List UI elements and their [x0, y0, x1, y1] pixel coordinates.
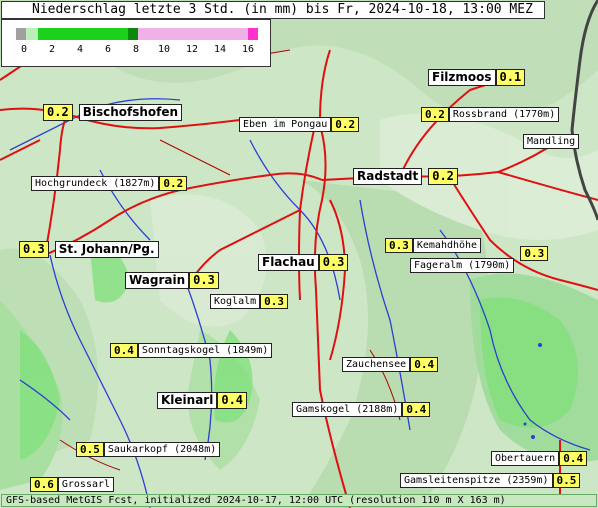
- legend-seg-light: [26, 28, 38, 40]
- station-st-johann: 0.3 St. Johann/Pg.: [19, 241, 159, 258]
- station-gamsleitenspitze: Gamsleitenspitze (2359m) 0.5: [400, 473, 581, 488]
- station-value: 0.3: [189, 272, 219, 289]
- station-name: Radstadt: [353, 168, 423, 185]
- station-sonntagskogel: 0.4 Sonntagskogel (1849m): [110, 343, 273, 358]
- station-hochgrundeck: Hochgrundeck (1827m) 0.2: [31, 176, 188, 191]
- station-name: Bischofshofen: [78, 104, 183, 121]
- station-name: Hochgrundeck (1827m): [31, 176, 160, 191]
- station-value: 0.3: [385, 238, 413, 253]
- station-name: Kleinarl: [157, 392, 218, 409]
- station-name: Mandling: [523, 134, 580, 149]
- station-rossbrand: 0.2 Rossbrand (1770m): [421, 107, 560, 122]
- station-value: 0.3: [318, 254, 349, 271]
- station-value: 0.4: [559, 451, 588, 466]
- station-name: Eben im Pongau: [239, 117, 332, 132]
- station-value: 0.1: [495, 69, 526, 86]
- legend-tick: 14: [213, 44, 227, 55]
- station-zauchensee: Zauchensee 0.4: [342, 357, 439, 372]
- legend-seg-pink: [138, 28, 248, 40]
- legend-ticks: 0 2 4 6 8 10 12 14 16: [16, 44, 258, 58]
- station-value: 0.3: [19, 241, 49, 258]
- legend-tick: 4: [76, 44, 84, 55]
- station-kleinarl: Kleinarl 0.4: [157, 392, 248, 409]
- station-name: Filzmoos: [428, 69, 496, 86]
- legend-tick: 12: [185, 44, 199, 55]
- legend-seg-magenta: [248, 28, 258, 40]
- station-value: 0.3: [520, 246, 549, 261]
- station-value: 0.2: [159, 176, 188, 191]
- station-value: 0.4: [217, 392, 248, 409]
- station-value: 0.6: [30, 477, 58, 492]
- station-value: 0.3: [260, 294, 289, 309]
- legend-tick: 0: [20, 44, 28, 55]
- station-name: Gamskogel (2188m): [292, 402, 403, 417]
- station-name: Rossbrand (1770m): [448, 107, 560, 122]
- station-value: 0.5: [552, 473, 581, 488]
- station-filzmoos: Filzmoos 0.1: [428, 69, 526, 86]
- station-value: 0.2: [331, 117, 360, 132]
- legend-tick: 16: [241, 44, 255, 55]
- legend-seg-green: [38, 28, 128, 40]
- legend-tick: 6: [104, 44, 112, 55]
- legend-tick: 10: [157, 44, 171, 55]
- station-name: Zauchensee: [342, 357, 411, 372]
- station-bischofshofen: 0.2 Bischofshofen: [43, 104, 183, 121]
- station-saukarkopf: 0.5 Saukarkopf (2048m): [76, 442, 221, 457]
- station-name: Grossarl: [57, 477, 115, 492]
- station-name: Flachau: [258, 254, 319, 271]
- station-eben-im-pongau: Eben im Pongau 0.2: [239, 117, 360, 132]
- station-wagrain: Wagrain 0.3: [125, 272, 219, 289]
- station-name: Gamsleitenspitze (2359m): [400, 473, 553, 488]
- station-value: 0.4: [402, 402, 431, 417]
- legend-color-scale: [16, 28, 258, 40]
- station-gamskogel: Gamskogel (2188m) 0.4: [292, 402, 431, 417]
- station-value: 0.2: [428, 168, 458, 185]
- station-fageralm: Fageralm (1790m) 0.3: [410, 246, 549, 273]
- forecast-footer: GFS-based MetGIS Fcst, initialized 2024-…: [1, 494, 597, 507]
- station-grossarl: 0.6 Grossarl: [30, 477, 115, 492]
- legend-seg-none: [16, 28, 26, 40]
- legend-tick: 8: [132, 44, 140, 55]
- station-name: Koglalm: [210, 294, 261, 309]
- station-value: 0.4: [110, 343, 138, 358]
- station-flachau: Flachau 0.3: [258, 254, 349, 271]
- legend-tick: 2: [48, 44, 56, 55]
- station-name: St. Johann/Pg.: [54, 241, 159, 258]
- station-value: 0.4: [410, 357, 439, 372]
- station-name: Wagrain: [125, 272, 190, 289]
- station-mandling: Mandling: [523, 134, 580, 149]
- station-name: Obertauern: [491, 451, 560, 466]
- station-value: 0.5: [76, 442, 104, 457]
- map-title: Niederschlag letzte 3 Std. (in mm) bis F…: [1, 1, 545, 19]
- station-value: 0.2: [421, 107, 449, 122]
- station-name: Sonntagskogel (1849m): [137, 343, 273, 358]
- station-obertauern: Obertauern 0.4: [491, 451, 588, 466]
- precip-legend: 0 2 4 6 8 10 12 14 16: [1, 19, 271, 67]
- legend-seg-darkgreen: [128, 28, 138, 40]
- station-koglalm: Koglalm 0.3: [210, 294, 289, 309]
- station-name: Saukarkopf (2048m): [103, 442, 221, 457]
- station-value: 0.2: [43, 104, 73, 121]
- station-radstadt: Radstadt 0.2: [353, 168, 458, 185]
- station-name: Fageralm (1790m): [410, 258, 515, 273]
